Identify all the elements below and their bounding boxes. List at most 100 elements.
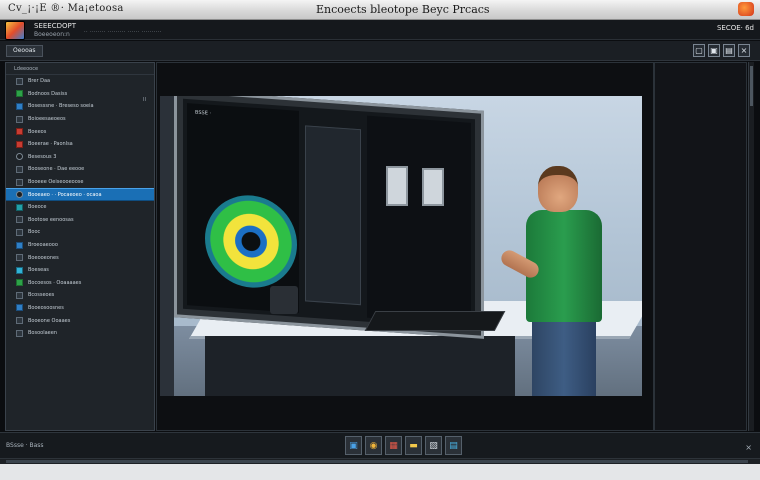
sidebar-item[interactable]: Boeseas	[6, 264, 154, 277]
sidebar-item[interactable]: Booeone Ooaaes	[6, 314, 154, 327]
sidebar-item-label: Boeooeones	[28, 254, 59, 261]
image-icon	[16, 165, 23, 173]
view-grid-button[interactable]: ▢	[693, 44, 705, 57]
document-icon	[16, 115, 23, 123]
scene-monitor-screen: BSSE ·	[183, 98, 475, 330]
sidebar-item-label: Booeone Ooaaes	[28, 317, 71, 324]
menu-secondary-label[interactable]: Boeeoeon:n	[34, 31, 70, 38]
scene-monitor: BSSE ·	[174, 96, 484, 339]
sidebar-item-label: Broeoaeooo	[28, 242, 58, 249]
horizontal-scrollbar-thumb[interactable]	[6, 460, 748, 463]
star-icon	[16, 203, 23, 211]
sidebar-item[interactable]: Boeooeones	[6, 251, 154, 264]
bottom-tools: ▣ ◉ ▦ ▬ ▧ ▤	[345, 436, 462, 455]
view-split-button[interactable]: ▣	[708, 44, 720, 57]
chart-icon	[16, 279, 23, 287]
bar-icon[interactable]: ▬	[405, 436, 422, 455]
title-bar: Cv_¡·¡E ®· Ma¡etoosa Encoects bleotope B…	[0, 0, 760, 20]
globe-icon	[16, 191, 23, 199]
sidebar-item[interactable]: Booseone · Dae eeooe	[6, 163, 154, 176]
window-title: Encoects bleotope Beyc Prcacs	[316, 3, 490, 16]
app-logo-icon	[738, 2, 754, 16]
sidebar-item-label: Besesous 3	[28, 153, 57, 160]
sidebar-item-label: Booeaeo · · Pocaeoeo · ocaoa	[28, 191, 102, 198]
sidebar-item[interactable]: Broeoaeooo	[6, 239, 154, 252]
sidebar-item[interactable]: Boioeesaeoeos	[6, 113, 154, 126]
person-head	[538, 166, 578, 212]
scene-wall	[160, 96, 174, 396]
sidebar-item[interactable]: Brer Daa	[6, 75, 154, 88]
person-legs	[532, 320, 596, 396]
key-icon	[16, 329, 23, 337]
sidebar-item[interactable]: Boeerae · Paonlsa	[6, 138, 154, 151]
toolbar: Oeooas ▢ ▣ ▤ ×	[0, 41, 760, 61]
sidebar-item-label: Boeeos	[28, 128, 47, 135]
grid-icon[interactable]: ▦	[385, 436, 402, 455]
view-list-button[interactable]: ▤	[723, 44, 735, 57]
sidebar-item[interactable]: Booeaeo · · Pocaeoeo · ocaoa	[6, 188, 154, 201]
monitor-stand	[270, 286, 298, 314]
database-icon	[16, 317, 23, 325]
preview-image: BSSE ·	[160, 96, 642, 396]
sidebar-item-label: Boeoce	[28, 204, 47, 211]
folder-icon	[16, 90, 23, 98]
sidebar-item-label: Booeosoosnes	[28, 304, 64, 311]
footer-area	[0, 464, 760, 480]
screen-thumbnail-2	[422, 168, 444, 206]
sidebar-item[interactable]: Bosoolaeen	[6, 327, 154, 340]
lock-icon	[16, 140, 23, 148]
screen-middle-pane	[305, 125, 361, 306]
flag-icon	[16, 128, 23, 136]
sidebar-item[interactable]: Bcosseoes	[6, 289, 154, 302]
menu-right-label[interactable]: SECOE· 6d	[717, 24, 754, 32]
sidebar-item[interactable]: Booeosoosnes	[6, 302, 154, 315]
close-button[interactable]: ×	[738, 44, 750, 57]
sidebar-list: Brer Daa Bodnoos Dasiss Bosesssne · Breses…	[6, 75, 154, 339]
app-name: Cv_¡·¡E ®· Ma¡etoosa	[8, 3, 124, 14]
sidebar-item[interactable]: Besesous 3	[6, 151, 154, 164]
scene-desk-front	[205, 336, 515, 396]
pattern-icon[interactable]: ▧	[425, 436, 442, 455]
menu-path[interactable]: ·· ········ ········· ······ ··········	[84, 29, 162, 35]
panel-icon[interactable]: ▤	[445, 436, 462, 455]
sidebar-item-label: Bocoesos · Ooaaaaes	[28, 279, 82, 286]
sidebar-item-label: Bcosseoes	[28, 292, 55, 299]
menu-primary-label[interactable]: SEEECDOPT	[34, 22, 76, 30]
sidebar-header: Ldeeooce	[6, 63, 154, 75]
right-panel	[654, 62, 747, 431]
tag-icon	[16, 228, 23, 236]
vertical-scrollbar-thumb[interactable]	[750, 66, 753, 106]
eye-icon	[16, 153, 23, 161]
sidebar-marker: II	[143, 97, 146, 103]
screen-label: BSSE ·	[195, 109, 212, 117]
sidebar-item[interactable]: Booeee Oeiseooeoose	[6, 176, 154, 189]
sidebar-item-label: Bodnoos Dasiss	[28, 90, 68, 97]
frame-icon[interactable]: ▣	[345, 436, 362, 455]
link-icon	[16, 254, 23, 262]
display-icon	[16, 102, 23, 110]
sidebar: Ldeeooce II Brer Daa Bodnoos Dasiss Bosess…	[5, 62, 155, 431]
corner-close-icon[interactable]: ×	[745, 443, 752, 452]
toolbar-tab[interactable]: Oeooas	[6, 45, 43, 57]
sidebar-item-label: Bosesssne · Breseso soeia	[28, 103, 94, 110]
sidebar-item[interactable]: Bodnoos Dasiss	[6, 88, 154, 101]
sidebar-item[interactable]: Bootose eenoosas	[6, 214, 154, 227]
sidebar-item[interactable]: Booc	[6, 226, 154, 239]
sidebar-item-label: Brer Daa	[28, 78, 51, 85]
vertical-scrollbar[interactable]	[748, 62, 754, 431]
mail-icon	[16, 241, 23, 249]
sidebar-item-label: Bootose eenoosas	[28, 216, 74, 223]
gear-icon	[16, 178, 23, 186]
sidebar-item[interactable]: Boeeos	[6, 125, 154, 138]
clock-icon	[16, 291, 23, 299]
app-icon[interactable]	[5, 21, 25, 40]
sidebar-item[interactable]: Bocoesos · Ooaaaaes	[6, 277, 154, 290]
sidebar-item[interactable]: Boeoce	[6, 201, 154, 214]
target-icon[interactable]: ◉	[365, 436, 382, 455]
sidebar-item-label: Bosoolaeen	[28, 330, 57, 337]
status-text: BSsse · Bass	[6, 442, 44, 449]
window-buttons: ▢ ▣ ▤ ×	[693, 44, 750, 57]
sidebar-item[interactable]: Bosesssne · Breseso soeia	[6, 100, 154, 113]
bottom-bar: BSsse · Bass ▣ ◉ ▦ ▬ ▧ ▤ ×	[0, 432, 760, 458]
screen-thumbnail-1	[386, 166, 408, 206]
